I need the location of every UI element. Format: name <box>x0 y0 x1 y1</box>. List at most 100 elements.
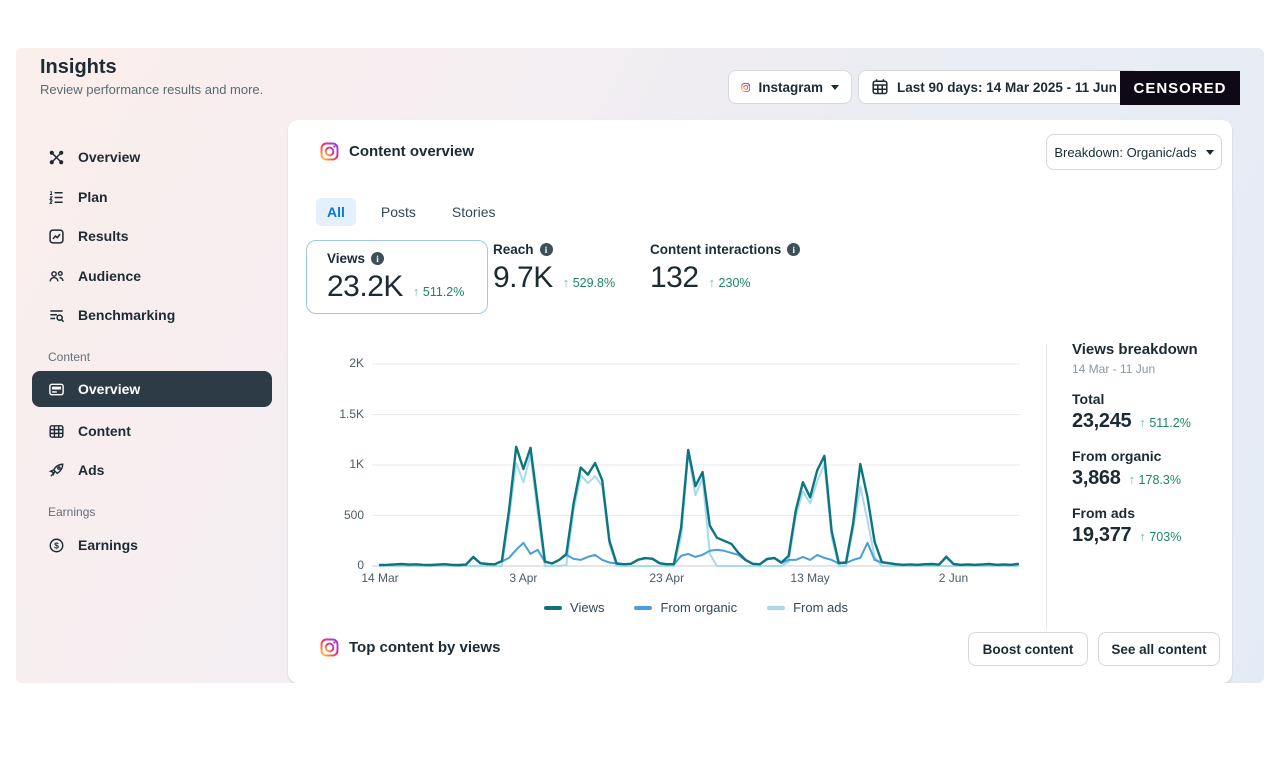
date-range-selector[interactable]: Last 90 days: 14 Mar 2025 - 11 Jun <box>858 70 1140 104</box>
breakdown-row-organic: From organic 3,868 ↑ 178.3% <box>1072 448 1222 490</box>
page-title: Insights <box>40 56 263 79</box>
up-arrow-icon: ↑ <box>1139 415 1146 430</box>
results-icon <box>48 228 65 245</box>
y-axis-tick: 0 <box>316 558 364 572</box>
series-from-organic <box>380 543 1018 565</box>
svg-text:$: $ <box>54 540 59 550</box>
ads-rocket-icon <box>48 462 65 479</box>
legend-swatch-views <box>544 606 562 610</box>
legend-swatch-ads <box>767 606 785 610</box>
up-arrow-icon: ↑ <box>709 275 716 290</box>
breakdown-value: 19,377 <box>1072 524 1131 547</box>
benchmarking-icon <box>48 307 65 324</box>
views-breakdown-panel: Views breakdown 14 Mar - 11 Jun Total 23… <box>1072 341 1222 547</box>
y-axis-tick: 1K <box>316 457 364 471</box>
calendar-icon <box>871 78 889 96</box>
x-axis-tick: 3 Apr <box>492 571 554 585</box>
audience-icon <box>48 268 65 285</box>
series-from-ads <box>380 453 1018 566</box>
sidebar-item-overview[interactable]: Overview <box>32 139 272 175</box>
breakdown-date-range: 14 Mar - 11 Jun <box>1072 362 1222 376</box>
up-arrow-icon: ↑ <box>563 275 570 290</box>
content-overview-icon <box>48 381 65 398</box>
sidebar-item-label: Earnings <box>78 537 138 553</box>
tab-stories[interactable]: Stories <box>441 198 507 226</box>
sidebar-item-label: Results <box>78 228 129 244</box>
top-content-header: Top content by views <box>320 638 500 657</box>
account-selector-label: Instagram <box>758 80 823 95</box>
panel-divider <box>1046 344 1047 630</box>
page-subtitle: Review performance results and more. <box>40 82 263 97</box>
metric-views[interactable]: Views i 23.2K ↑ 511.2% <box>306 240 488 314</box>
instagram-icon <box>320 142 339 161</box>
metric-delta: 529.8% <box>573 276 615 290</box>
legend-from-ads: From ads <box>767 600 848 615</box>
info-icon[interactable]: i <box>371 252 384 265</box>
breakdown-row-total: Total 23,245 ↑ 511.2% <box>1072 391 1222 433</box>
sidebar-item-label: Overview <box>78 381 140 397</box>
breakdown-value: 23,245 <box>1072 410 1131 433</box>
sidebar-item-label: Audience <box>78 268 141 284</box>
sidebar-item-content-overview[interactable]: Overview <box>32 371 272 407</box>
legend-views: Views <box>544 600 604 615</box>
y-axis-tick: 1.5K <box>316 407 364 421</box>
breakdown-row-ads: From ads 19,377 ↑ 703% <box>1072 505 1222 547</box>
content-grid-icon <box>48 423 65 440</box>
sidebar-item-label: Plan <box>78 189 108 205</box>
top-content-title: Top content by views <box>349 639 500 656</box>
boost-content-button[interactable]: Boost content <box>968 632 1088 666</box>
y-axis-tick: 500 <box>316 508 364 522</box>
metric-delta: 230% <box>719 276 751 290</box>
up-arrow-icon: ↑ <box>413 284 420 299</box>
sidebar-item-results[interactable]: Results <box>32 218 272 254</box>
see-all-content-button[interactable]: See all content <box>1098 632 1220 666</box>
sidebar-item-benchmarking[interactable]: Benchmarking <box>32 297 272 333</box>
legend-from-organic: From organic <box>634 600 737 615</box>
sidebar-item-audience[interactable]: Audience <box>32 258 272 294</box>
x-axis-tick: 13 May <box>779 571 841 585</box>
sidebar-item-plan[interactable]: Plan <box>32 179 272 215</box>
date-range-label: Last 90 days: 14 Mar 2025 - 11 Jun <box>897 80 1117 95</box>
info-icon[interactable]: i <box>540 243 553 256</box>
metric-value: 9.7K <box>493 261 553 295</box>
page-header: Insights Review performance results and … <box>40 56 263 97</box>
metric-label: Reach <box>493 242 534 257</box>
plan-icon <box>48 189 65 206</box>
breakdown-value: 3,868 <box>1072 467 1121 490</box>
sidebar-item-content[interactable]: Content <box>32 413 272 449</box>
chevron-down-icon <box>1206 150 1214 155</box>
metric-delta: 511.2% <box>423 285 464 299</box>
up-arrow-icon: ↑ <box>1129 472 1136 487</box>
x-axis-tick: 14 Mar <box>349 571 411 585</box>
instagram-icon <box>320 638 339 657</box>
chart-legend: Views From organic From ads <box>372 600 1020 615</box>
content-overview-card: Content overview Breakdown: Organic/ads … <box>288 120 1232 683</box>
earnings-icon: $ <box>48 537 65 554</box>
censored-overlay: CENSORED <box>1120 71 1240 105</box>
chevron-down-icon <box>831 85 839 90</box>
sidebar-section-earnings: Earnings <box>48 505 95 519</box>
breakdown-selector-label: Breakdown: Organic/ads <box>1054 145 1196 160</box>
info-icon[interactable]: i <box>787 243 800 256</box>
legend-swatch-organic <box>634 606 652 610</box>
card-title: Content overview <box>349 143 474 160</box>
y-axis-tick: 2K <box>316 356 364 370</box>
account-selector[interactable]: Instagram <box>728 70 852 104</box>
breakdown-title: Views breakdown <box>1072 341 1222 358</box>
x-axis-tick: 2 Jun <box>922 571 984 585</box>
content-tabs: All Posts Stories <box>316 198 506 226</box>
metric-reach[interactable]: Reach i 9.7K ↑ 529.8% <box>493 242 615 295</box>
content-overview-header: Content overview <box>320 142 474 161</box>
sidebar-item-label: Ads <box>78 462 104 478</box>
sidebar-section-content: Content <box>48 350 90 364</box>
breakdown-selector[interactable]: Breakdown: Organic/ads <box>1046 134 1222 170</box>
metric-label: Views <box>327 251 365 266</box>
sidebar-item-ads[interactable]: Ads <box>32 452 272 488</box>
tab-all[interactable]: All <box>316 198 356 226</box>
metric-value: 23.2K <box>327 270 403 304</box>
sidebar-item-label: Content <box>78 423 131 439</box>
sidebar-item-earnings[interactable]: $ Earnings <box>32 527 272 563</box>
metric-content-interactions[interactable]: Content interactions i 132 ↑ 230% <box>650 242 800 295</box>
sidebar-item-label: Benchmarking <box>78 307 175 323</box>
tab-posts[interactable]: Posts <box>370 198 427 226</box>
